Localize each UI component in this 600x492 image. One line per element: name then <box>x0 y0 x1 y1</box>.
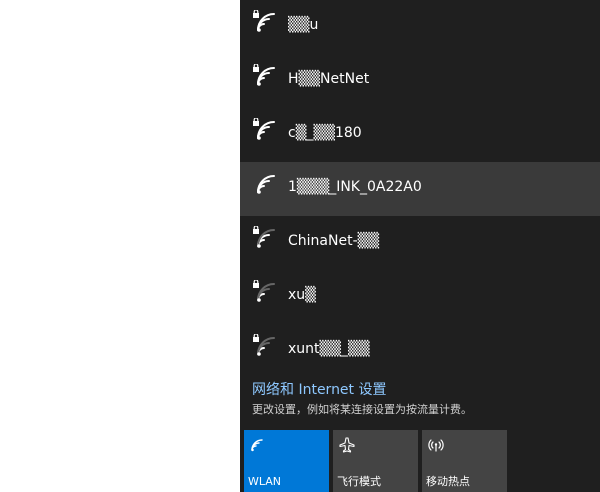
airplane-mode-tile[interactable]: 飞行模式 <box>333 430 418 492</box>
network-item[interactable]: xunt▒▒_▒▒ <box>240 324 600 378</box>
network-list: ▒▒u H▒▒NetNet c▒_▒▒180 1▒▒▒_INK_0A22A0 C… <box>240 0 600 378</box>
network-item[interactable]: c▒_▒▒180 <box>240 108 600 162</box>
wifi-lock-icon <box>252 64 280 92</box>
network-ssid: 1▒▒▒_INK_0A22A0 <box>288 179 422 195</box>
network-ssid: c▒_▒▒180 <box>288 125 362 141</box>
network-ssid: H▒▒NetNet <box>288 71 370 87</box>
network-ssid: ▒▒u <box>288 17 319 33</box>
network-item-selected[interactable]: 1▒▒▒_INK_0A22A0 <box>240 162 600 216</box>
network-ssid: xunt▒▒_▒▒ <box>288 341 370 357</box>
network-item[interactable]: H▒▒NetNet <box>240 54 600 108</box>
wifi-lock-icon <box>252 226 280 254</box>
network-item[interactable]: ▒▒u <box>240 0 600 54</box>
mobile-hotspot-tile-label: 移动热点 <box>426 475 470 488</box>
network-item[interactable]: xu▒ <box>240 270 600 324</box>
wlan-tile[interactable]: WLAN <box>244 430 329 492</box>
network-ssid: ChinaNet-▒▒ <box>288 233 380 249</box>
wifi-icon <box>252 172 280 200</box>
network-item[interactable]: ChinaNet-▒▒ <box>240 216 600 270</box>
mobile-hotspot-tile[interactable]: 移动热点 <box>422 430 507 492</box>
wifi-lock-icon <box>252 10 280 38</box>
network-settings: 网络和 Internet 设置 更改设置，例如将某连接设置为按流量计费。 <box>252 380 592 418</box>
network-settings-description: 更改设置，例如将某连接设置为按流量计费。 <box>252 403 472 416</box>
network-ssid: xu▒ <box>288 287 316 303</box>
hotspot-icon <box>427 436 445 454</box>
wifi-icon <box>249 436 267 454</box>
network-flyout: ▒▒u H▒▒NetNet c▒_▒▒180 1▒▒▒_INK_0A22A0 C… <box>240 0 600 492</box>
network-settings-link[interactable]: 网络和 Internet 设置 <box>252 380 592 400</box>
wlan-tile-label: WLAN <box>248 475 282 488</box>
airplane-icon <box>338 436 356 454</box>
airplane-mode-tile-label: 飞行模式 <box>337 475 381 488</box>
quick-action-tiles: WLAN 飞行模式 移动热点 <box>244 430 596 492</box>
wifi-lock-icon <box>252 118 280 146</box>
wifi-lock-icon <box>252 334 280 362</box>
wifi-lock-icon <box>252 280 280 308</box>
